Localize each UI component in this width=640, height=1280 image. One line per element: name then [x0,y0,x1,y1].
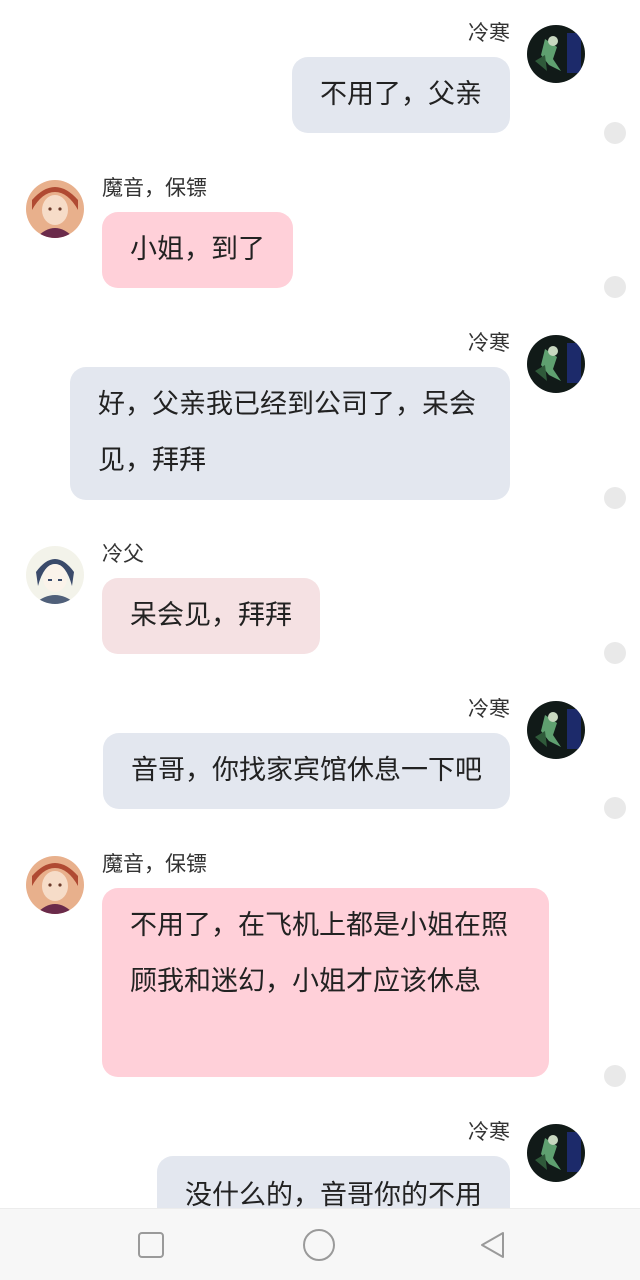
message-bubble[interactable]: 小姐，到了 [102,212,293,288]
sender-name: 冷寒 [468,1120,510,1144]
back-button[interactable] [474,1226,512,1264]
status-dot [604,642,626,664]
status-dot [604,487,626,509]
square-icon [138,1232,164,1258]
status-dot [604,122,626,144]
sender-name: 冷寒 [468,697,510,721]
sender-name: 冷父 [102,542,144,566]
status-dot [604,797,626,819]
sender-name: 魔音，保镖 [102,852,207,876]
sender-name: 魔音，保镖 [102,176,207,200]
avatar[interactable] [26,856,84,914]
avatar[interactable] [26,180,84,238]
message-bubble[interactable]: 好，父亲我已经到公司了，呆会见，拜拜 [70,367,510,500]
recents-button[interactable] [132,1226,170,1264]
message-bubble[interactable]: 不用了，在飞机上都是小姐在照顾我和迷幻，小姐才应该休息 [102,888,549,1077]
home-button[interactable] [300,1226,338,1264]
message-bubble[interactable]: 呆会见，拜拜 [102,578,320,654]
chat-area[interactable]: 冷寒 不用了，父亲 魔音，保镖 小姐，到了 冷寒 好，父亲我已经到公司了，呆会见… [0,0,640,1208]
avatar[interactable] [527,701,585,759]
avatar[interactable] [527,335,585,393]
circle-icon [303,1229,335,1261]
avatar[interactable] [26,546,84,604]
avatar[interactable] [527,25,585,83]
status-dot [604,1065,626,1087]
navigation-bar [0,1208,640,1280]
message-bubble[interactable]: 没什么的，音哥你的不用 [157,1156,510,1208]
message-bubble[interactable]: 不用了，父亲 [292,57,510,133]
triangle-back-icon [481,1232,504,1258]
message-bubble[interactable]: 音哥，你找家宾馆休息一下吧 [103,733,510,809]
avatar[interactable] [527,1124,585,1182]
sender-name: 冷寒 [468,21,510,45]
sender-name: 冷寒 [468,331,510,355]
status-dot [604,276,626,298]
